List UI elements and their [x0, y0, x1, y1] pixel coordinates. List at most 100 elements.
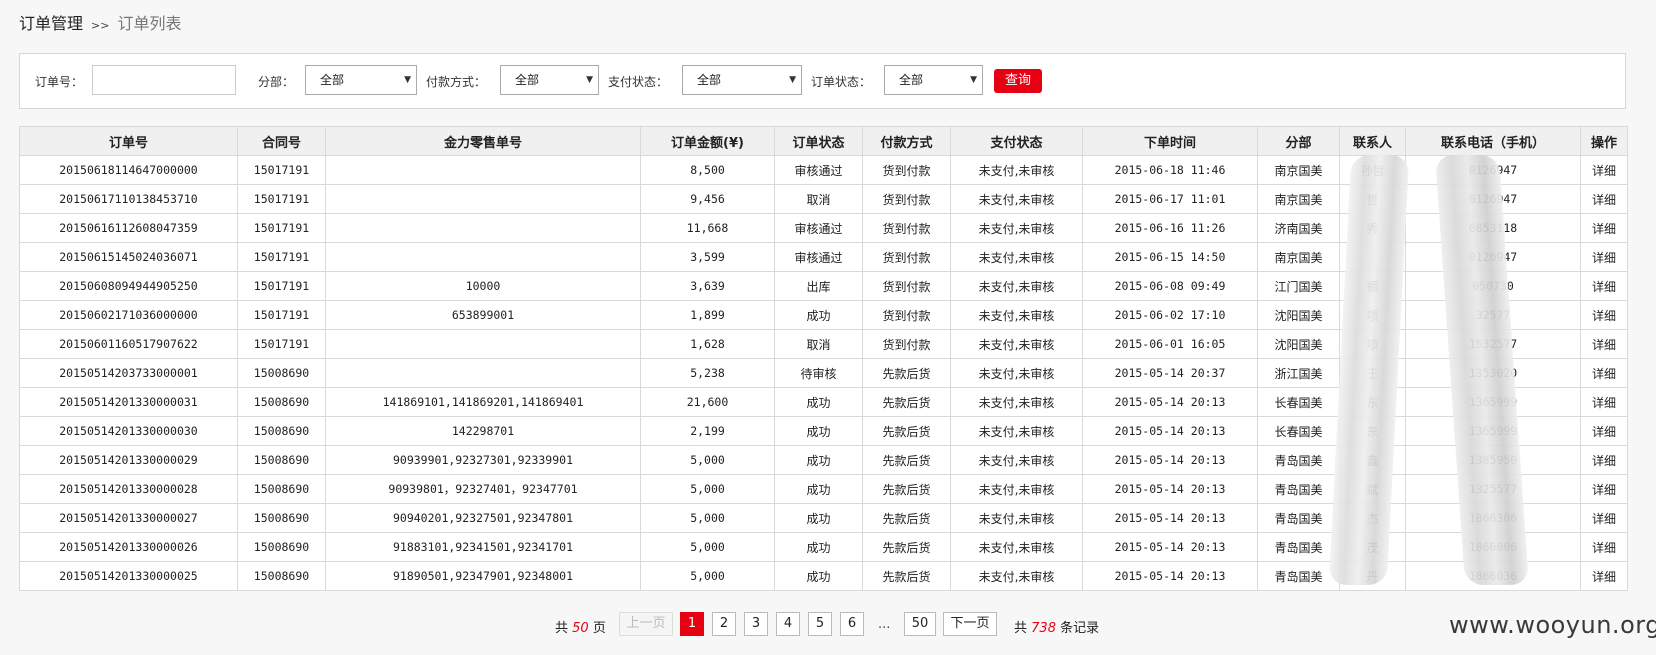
branch-label: 分部： [258, 75, 295, 89]
cell-retail-no: 142298701 [325, 416, 641, 446]
page-button-2[interactable]: 2 [712, 612, 736, 636]
cell-amount: 21,600 [640, 387, 775, 417]
cell-order-no: 20150616112608047359 [19, 213, 238, 243]
cell-amount: 5,000 [640, 532, 775, 562]
cell-contract-no: 15008690 [237, 416, 326, 446]
column-header-contact[interactable]: 联系人 [1339, 126, 1406, 156]
cell-branch: 青岛国美 [1257, 561, 1340, 591]
cell-order-time: 2015-06-16 11:26 [1082, 213, 1258, 243]
cell-action[interactable]: 详细 [1580, 155, 1628, 185]
cell-action[interactable]: 详细 [1580, 329, 1628, 359]
next-page-button[interactable]: 下一页 [943, 612, 997, 636]
cell-action[interactable]: 详细 [1580, 213, 1628, 243]
cell-contract-no: 15008690 [237, 445, 326, 475]
cell-pay-status: 未支付,未审核 [950, 503, 1083, 533]
page-button-3[interactable]: 3 [744, 612, 768, 636]
order-status-select[interactable]: 全部 ▼ [884, 65, 983, 95]
cell-retail-no: 91890501,92347901,92348001 [325, 561, 641, 591]
pagination-ellipsis: ... [878, 617, 891, 632]
cell-branch: 沈阳国美 [1257, 300, 1340, 330]
cell-amount: 3,599 [640, 242, 775, 272]
cell-action[interactable]: 详细 [1580, 416, 1628, 446]
cell-contract-no: 15017191 [237, 242, 326, 272]
cell-order-time: 2015-06-08 09:49 [1082, 271, 1258, 301]
column-header-pay-status[interactable]: 支付状态 [950, 126, 1083, 156]
cell-payment-method: 先款后货 [862, 387, 951, 417]
cell-action[interactable]: 详细 [1580, 300, 1628, 330]
breadcrumb-current: 订单列表 [117, 14, 182, 33]
cell-action[interactable]: 详细 [1580, 358, 1628, 388]
cell-payment-method: 货到付款 [862, 213, 951, 243]
pay-status-label: 支付状态： [608, 75, 669, 89]
page-button-last[interactable]: 50 [904, 612, 936, 636]
column-header-payment-method[interactable]: 付款方式 [862, 126, 951, 156]
dropdown-arrow-icon: ▼ [970, 75, 977, 85]
cell-order-no: 20150618114647000000 [19, 155, 238, 185]
cell-contract-no: 15008690 [237, 532, 326, 562]
cell-pay-status: 未支付,未审核 [950, 271, 1083, 301]
column-header-amount[interactable]: 订单金额(¥) [640, 126, 775, 156]
cell-order-status: 取消 [774, 329, 863, 359]
cell-order-time: 2015-05-14 20:13 [1082, 474, 1258, 504]
column-header-phone[interactable]: 联系电话（手机） [1405, 126, 1581, 156]
cell-action[interactable]: 详细 [1580, 387, 1628, 417]
cell-action[interactable]: 详细 [1580, 503, 1628, 533]
cell-contract-no: 15017191 [237, 184, 326, 214]
cell-order-status: 审核通过 [774, 155, 863, 185]
cell-amount: 5,000 [640, 503, 775, 533]
cell-order-no: 20150615145024036071 [19, 242, 238, 272]
prev-page-button[interactable]: 上一页 [619, 612, 673, 636]
cell-payment-method: 货到付款 [862, 329, 951, 359]
cell-amount: 1,899 [640, 300, 775, 330]
cell-action[interactable]: 详细 [1580, 242, 1628, 272]
cell-contract-no: 15017191 [237, 155, 326, 185]
cell-action[interactable]: 详细 [1580, 271, 1628, 301]
column-header-contract-no[interactable]: 合同号 [237, 126, 326, 156]
cell-order-time: 2015-05-14 20:13 [1082, 532, 1258, 562]
column-header-action: 操作 [1580, 126, 1628, 156]
cell-payment-method: 货到付款 [862, 300, 951, 330]
cell-payment-method: 先款后货 [862, 358, 951, 388]
page-button-4[interactable]: 4 [776, 612, 800, 636]
cell-branch: 青岛国美 [1257, 532, 1340, 562]
cell-branch: 长春国美 [1257, 387, 1340, 417]
page-button-6[interactable]: 6 [840, 612, 864, 636]
total-records-suffix: 条记录 [1060, 621, 1100, 636]
cell-retail-no: 141869101,141869201,141869401 [325, 387, 641, 417]
cell-retail-no [325, 155, 641, 185]
order-no-input[interactable] [92, 65, 236, 95]
cell-action[interactable]: 详细 [1580, 184, 1628, 214]
branch-select[interactable]: 全部 ▼ [305, 65, 417, 95]
cell-payment-method: 货到付款 [862, 242, 951, 272]
cell-action[interactable]: 详细 [1580, 532, 1628, 562]
column-header-order-no[interactable]: 订单号 [19, 126, 238, 156]
cell-order-status: 审核通过 [774, 242, 863, 272]
cell-action[interactable]: 详细 [1580, 445, 1628, 475]
page-button-5[interactable]: 5 [808, 612, 832, 636]
cell-order-time: 2015-06-15 14:50 [1082, 242, 1258, 272]
cell-branch: 济南国美 [1257, 213, 1340, 243]
cell-contract-no: 15017191 [237, 271, 326, 301]
cell-retail-no: 91883101,92341501,92341701 [325, 532, 641, 562]
breadcrumb-parent[interactable]: 订单管理 [19, 14, 83, 33]
cell-order-time: 2015-05-14 20:37 [1082, 358, 1258, 388]
cell-branch: 南京国美 [1257, 242, 1340, 272]
order-no-label: 订单号： [35, 75, 84, 89]
pay-status-select[interactable]: 全部 ▼ [682, 65, 802, 95]
cell-order-no: 20150514201330000026 [19, 532, 238, 562]
search-button[interactable]: 查询 [994, 69, 1042, 93]
cell-action[interactable]: 详细 [1580, 561, 1628, 591]
cell-pay-status: 未支付,未审核 [950, 445, 1083, 475]
column-header-retail-no[interactable]: 金力零售单号 [325, 126, 641, 156]
cell-pay-status: 未支付,未审核 [950, 329, 1083, 359]
cell-retail-no [325, 242, 641, 272]
page-button-1[interactable]: 1 [680, 612, 704, 636]
column-header-branch[interactable]: 分部 [1257, 126, 1340, 156]
cell-action[interactable]: 详细 [1580, 474, 1628, 504]
cell-order-time: 2015-05-14 20:13 [1082, 561, 1258, 591]
cell-order-no: 20150514201330000030 [19, 416, 238, 446]
payment-method-select[interactable]: 全部 ▼ [500, 65, 599, 95]
column-header-order-time[interactable]: 下单时间 [1082, 126, 1258, 156]
column-header-order-status[interactable]: 订单状态 [774, 126, 863, 156]
pay-status-select-value: 全部 [697, 73, 722, 87]
